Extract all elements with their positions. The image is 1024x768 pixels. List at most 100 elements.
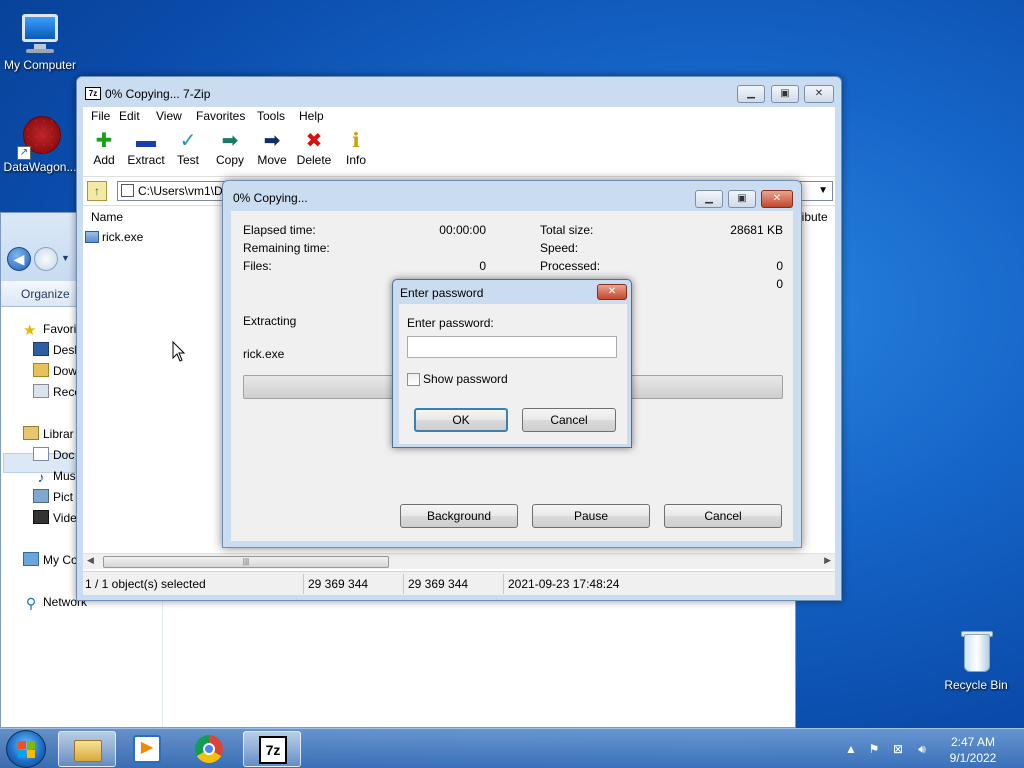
delete-x-icon: ✖ <box>305 130 323 152</box>
7zip-titlebar[interactable]: 7z 0% Copying... 7-Zip ▁ ▣ ✕ <box>77 77 841 107</box>
ok-button[interactable]: OK <box>414 408 508 432</box>
background-button[interactable]: Background <box>400 504 518 528</box>
tool-label: Copy <box>215 153 244 167</box>
scroll-left-icon[interactable]: ◀ <box>87 555 94 566</box>
tree-item-libraries[interactable]: Librar <box>23 424 74 444</box>
clock-date: 9/1/2022 <box>949 751 997 765</box>
clock-time: 2:47 AM <box>950 735 996 749</box>
show-hidden-icons-icon[interactable]: ▲ <box>843 741 859 757</box>
copy-button[interactable]: ➡ Copy <box>208 129 252 167</box>
password-input[interactable] <box>407 336 617 358</box>
menu-file[interactable]: File <box>91 109 110 123</box>
show-password-checkbox[interactable] <box>407 373 420 386</box>
volume-icon[interactable]: 🔊︎ <box>914 741 930 757</box>
total-size-label: Total size: <box>540 223 594 237</box>
scrollbar-thumb[interactable]: ||| <box>103 556 389 568</box>
minimize-button[interactable]: ▁ <box>737 85 765 103</box>
progress-titlebar[interactable]: 0% Copying... ▁ ▣ ✕ <box>223 181 801 211</box>
tree-item-recent[interactable]: Rece <box>33 382 81 402</box>
taskbar-chrome[interactable] <box>180 731 238 767</box>
close-button[interactable]: ✕ <box>597 284 627 300</box>
test-button[interactable]: ✓ Test <box>166 129 210 167</box>
tree-item-documents[interactable]: Doc <box>33 445 74 465</box>
tree-item-pictures[interactable]: Pict <box>33 487 73 507</box>
status-selected: 1 / 1 object(s) selected <box>85 577 206 591</box>
taskbar-explorer[interactable] <box>58 731 116 767</box>
add-button[interactable]: ✚ Add <box>82 129 126 167</box>
window-title: 0% Copying... 7-Zip <box>105 87 211 101</box>
desktop-icon-label: DataWagon... <box>3 160 77 174</box>
tree-item-music[interactable]: ♪ Mus <box>33 466 76 486</box>
chevron-down-icon[interactable]: ▼ <box>818 182 828 200</box>
column-name-header[interactable]: Name <box>83 206 233 228</box>
menu-view[interactable]: View <box>156 109 182 123</box>
desktop-icon-recycle-bin[interactable]: Recycle Bin <box>936 630 1016 692</box>
exe-file-icon <box>85 231 99 243</box>
menu-favorites[interactable]: Favorites <box>196 109 245 123</box>
tree-item-downloads[interactable]: Dow <box>33 361 77 381</box>
speed-label: Speed: <box>540 241 579 255</box>
desktop-icon-datawagon[interactable]: ↗ DataWagon... <box>0 114 80 174</box>
maximize-button[interactable]: ▣ <box>771 85 799 103</box>
organize-button[interactable]: Organize <box>21 287 70 301</box>
menu-tools[interactable]: Tools <box>257 109 285 123</box>
tree-item-desktop[interactable]: Desk <box>33 340 80 360</box>
computer-icon <box>16 10 64 56</box>
password-client: Enter password: Show password OK Cancel <box>399 304 627 444</box>
windows-logo-icon <box>18 741 36 759</box>
tool-label: Add <box>93 153 115 167</box>
horizontal-scrollbar[interactable]: ◀ ||| ▶ <box>83 553 835 569</box>
file-row[interactable]: rick.exe <box>85 228 143 246</box>
history-dropdown-icon[interactable]: ▼ <box>61 253 70 263</box>
processed-value: 0 <box>776 259 783 273</box>
pause-button[interactable]: Pause <box>532 504 650 528</box>
forward-arrow-icon[interactable] <box>34 247 58 271</box>
menu-help[interactable]: Help <box>299 109 324 123</box>
tree-item-favorites[interactable]: ★ Favori <box>23 319 76 339</box>
tree-item-videos[interactable]: Vide <box>33 508 77 528</box>
tool-label: Extract <box>127 153 165 167</box>
videos-icon <box>33 510 49 524</box>
cancel-button[interactable]: Cancel <box>522 408 616 432</box>
menu-edit[interactable]: Edit <box>119 109 140 123</box>
elapsed-time-label: Elapsed time: <box>243 223 316 237</box>
folder-up-icon[interactable]: ↑ <box>87 181 107 201</box>
network-error-icon[interactable]: ⊠ <box>890 741 906 757</box>
check-icon: ✓ <box>179 130 197 152</box>
start-button[interactable] <box>6 730 46 768</box>
clock[interactable]: 2:47 AM 9/1/2022 <box>936 734 1010 766</box>
password-dialog-title: Enter password <box>400 286 484 300</box>
minus-icon: ▬ <box>136 130 156 152</box>
shortcut-arrow-icon: ↗ <box>17 146 31 160</box>
tree-label: Librar <box>43 427 74 441</box>
back-arrow-icon[interactable]: ◀ <box>7 247 31 271</box>
datawagon-icon: ↗ <box>17 114 63 160</box>
desktop-icon-my-computer[interactable]: My Computer <box>0 10 80 72</box>
progress-cancel-button[interactable]: Cancel <box>664 504 782 528</box>
action-center-icon[interactable]: ⚑ <box>866 741 882 757</box>
menu-bar: File Edit View Favorites Tools Help <box>83 107 835 125</box>
taskbar-7zip[interactable]: 7z <box>243 731 301 767</box>
move-arrow-icon: ➡ <box>263 130 281 152</box>
taskbar-media-player[interactable]: ▶ <box>118 731 176 767</box>
desktop-icon <box>33 342 49 356</box>
tree-item-my-computer[interactable]: My Co <box>23 550 78 570</box>
close-button[interactable]: ✕ <box>761 190 793 208</box>
delete-button[interactable]: ✖ Delete <box>292 129 336 167</box>
show-password-label[interactable]: Show password <box>423 372 508 386</box>
desktop-icon-label: My Computer <box>3 58 77 72</box>
maximize-button[interactable]: ▣ <box>728 190 756 208</box>
minimize-button[interactable]: ▁ <box>695 190 723 208</box>
scroll-right-icon[interactable]: ▶ <box>824 555 831 566</box>
status-packed: 29 369 344 <box>408 577 469 591</box>
7zip-app-icon: 7z <box>85 87 101 100</box>
tree-label: Vide <box>53 511 77 525</box>
compressed-value: 0 <box>776 277 783 291</box>
close-button[interactable]: ✕ <box>804 85 834 103</box>
move-button[interactable]: ➡ Move <box>250 129 294 167</box>
documents-icon <box>33 447 49 461</box>
info-button[interactable]: ℹ Info <box>334 129 378 167</box>
extract-button[interactable]: ▬ Extract <box>124 129 168 167</box>
progress-title: 0% Copying... <box>233 191 308 205</box>
tool-label: Info <box>345 153 366 167</box>
